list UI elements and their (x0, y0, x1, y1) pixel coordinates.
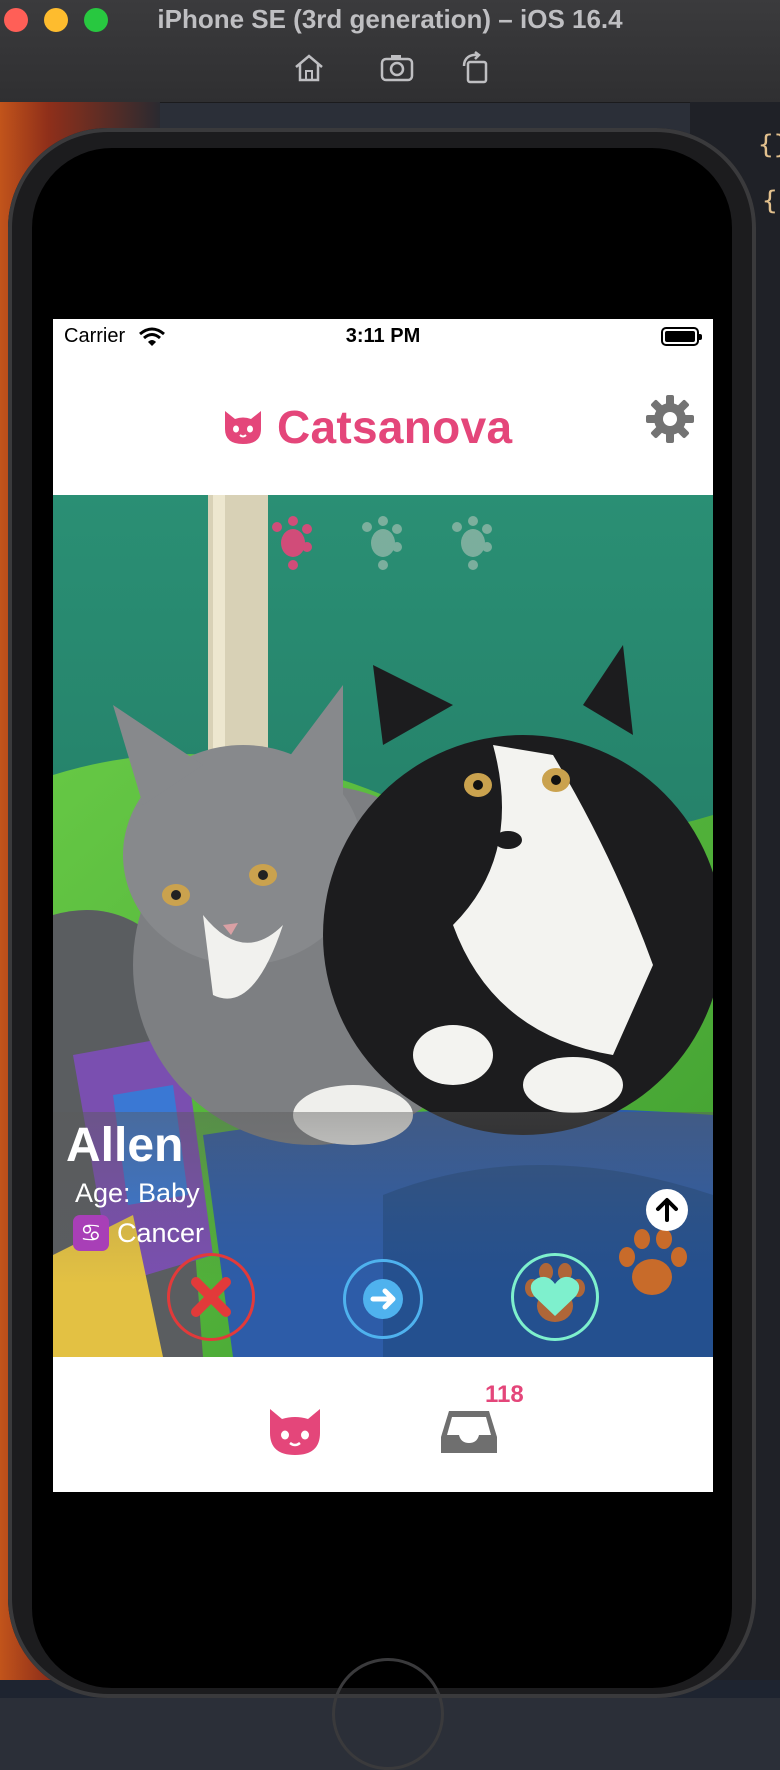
screenshot-icon[interactable] (379, 50, 415, 86)
arrow-right-icon (363, 1279, 403, 1319)
app-header: Catsanova (53, 355, 713, 495)
zodiac-label: Cancer (117, 1217, 205, 1248)
home-button[interactable] (332, 1658, 444, 1770)
like-button[interactable] (511, 1253, 599, 1341)
app-screen: Carrier 3:11 PM Catsanova Allen Age: Bab… (53, 319, 713, 1492)
paw-icon (619, 1229, 687, 1295)
x-icon (191, 1277, 231, 1317)
details-button[interactable] (646, 1189, 688, 1231)
brand: Catsanova (221, 397, 512, 457)
status-bar: Carrier 3:11 PM (53, 319, 713, 355)
cat-face-icon[interactable] (266, 1407, 324, 1457)
progress-paw (362, 516, 402, 570)
cat-zodiac: ♋ Cancer (73, 1215, 204, 1251)
simulator-title-bar: iPhone SE (3rd generation) – iOS 16.4 (0, 0, 780, 103)
photo-progress-indicator (272, 516, 492, 570)
zodiac-icon: ♋ (73, 1215, 109, 1251)
cat-face-icon (225, 411, 261, 444)
nope-button[interactable] (167, 1253, 255, 1341)
arrow-up-icon (656, 1198, 678, 1222)
app-title: Catsanova (277, 401, 513, 453)
tab-bar: 118 (53, 1357, 713, 1492)
home-icon[interactable] (291, 50, 327, 86)
status-time: 3:11 PM (345, 325, 421, 347)
inbox-icon[interactable] (439, 1407, 499, 1457)
code-brace-icon: { (762, 186, 778, 216)
battery-icon (661, 327, 702, 346)
heart-icon (530, 1276, 580, 1316)
progress-paw (452, 516, 492, 570)
gear-icon[interactable] (645, 394, 695, 444)
simulator-title: iPhone SE (3rd generation) – iOS 16.4 (157, 4, 623, 34)
code-brace-icon: {} (758, 130, 780, 160)
inbox-badge: 118 (485, 1381, 524, 1408)
rotate-icon[interactable] (458, 50, 494, 86)
cat-age: Age: Baby (75, 1178, 200, 1208)
cat-card[interactable]: Allen Age: Baby ♋ Cancer (53, 495, 713, 1357)
progress-paw-active (272, 516, 312, 570)
next-button[interactable] (343, 1259, 423, 1339)
cat-name: Allen (66, 1119, 184, 1172)
